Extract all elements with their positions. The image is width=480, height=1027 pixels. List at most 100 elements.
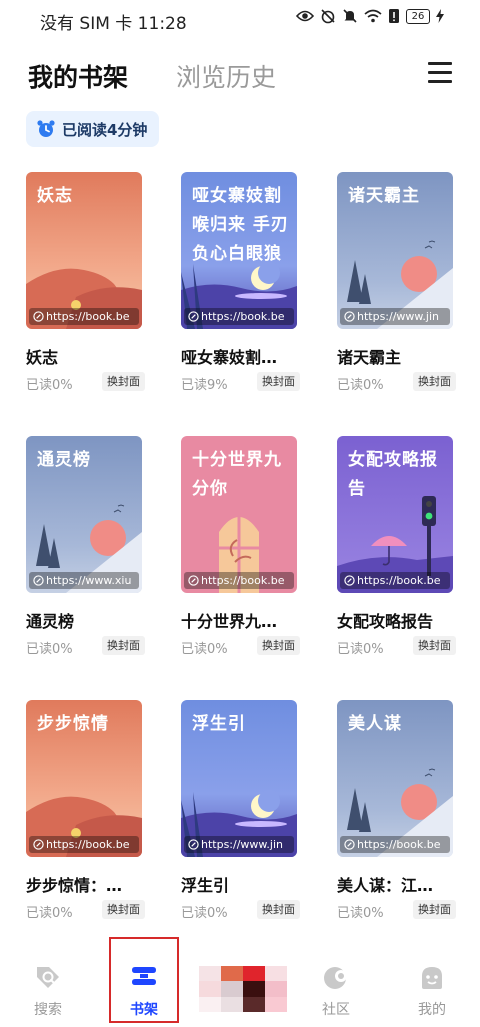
cover-title: 浮生引 — [192, 714, 246, 734]
source-url-chip: https://book.be — [340, 572, 450, 589]
book-title[interactable]: 哑女寨妓割… — [181, 344, 305, 368]
link-icon — [344, 575, 355, 586]
source-url-chip: https://book.be — [184, 572, 294, 589]
nav-mine[interactable]: 我的 — [392, 950, 472, 1027]
cover-title: 美人谋 — [348, 714, 402, 734]
ad-tile — [221, 981, 243, 997]
nav-search-label: 搜索 — [34, 1002, 62, 1018]
read-progress: 已读0% — [337, 642, 384, 657]
read-progress: 已读9% — [181, 378, 228, 393]
ad-tile — [265, 966, 287, 982]
book-title[interactable]: 女配攻略报告 — [337, 608, 461, 632]
change-cover-button[interactable]: 换封面 — [413, 372, 456, 391]
bell-off-icon — [343, 9, 357, 23]
book-cover[interactable]: 浮生引 https://www.jin — [181, 700, 297, 857]
link-icon — [344, 839, 355, 850]
ad-tile — [199, 981, 221, 997]
change-cover-button[interactable]: 换封面 — [102, 372, 145, 391]
cover-title: 女配攻略报告 — [348, 450, 438, 499]
reading-time-label: 已阅读4分钟 — [62, 120, 148, 139]
book-title[interactable]: 浮生引 — [181, 872, 305, 896]
source-url: https://book.be — [357, 574, 441, 587]
source-url: https://book.be — [46, 838, 130, 851]
source-url: https://www.jin — [201, 838, 283, 851]
source-url-chip: https://www.jin — [184, 836, 294, 853]
nav-mine-label: 我的 — [418, 1002, 446, 1018]
charging-icon — [436, 9, 444, 23]
sim-alert-icon — [389, 9, 399, 23]
cover-title: 十分世界九分你 — [192, 450, 282, 499]
change-cover-button[interactable]: 换封面 — [257, 372, 300, 391]
change-cover-button[interactable]: 换封面 — [102, 636, 145, 655]
carrier-time: 没有 SIM 卡 11:28 — [40, 14, 187, 34]
link-icon — [188, 575, 199, 586]
tab-bookshelf[interactable]: 我的书架 — [28, 58, 128, 94]
book-cover[interactable]: 哑女寨妓割喉归来 手刃负心白眼狼 https://book.be — [181, 172, 297, 329]
book-title[interactable]: 美人谋：江… — [337, 872, 461, 896]
book-cover[interactable]: 步步惊情 https://book.be — [26, 700, 142, 857]
ad-tile — [243, 966, 265, 982]
link-icon — [33, 575, 44, 586]
read-progress: 已读0% — [337, 906, 384, 921]
cover-title: 步步惊情 — [37, 714, 109, 734]
read-progress: 已读0% — [26, 642, 73, 657]
change-cover-button[interactable]: 换封面 — [102, 900, 145, 919]
link-icon — [188, 311, 199, 322]
ad-tile — [243, 981, 265, 997]
book-title[interactable]: 妖志 — [26, 344, 150, 368]
source-url: https://www.xiu — [46, 574, 132, 587]
book-cover[interactable]: 通灵榜 https://www.xiu — [26, 436, 142, 593]
source-url: https://www.jin — [357, 310, 439, 323]
header: 我的书架 浏览历史 — [0, 54, 480, 98]
book-title[interactable]: 十分世界九… — [181, 608, 305, 632]
highlight-box — [109, 937, 179, 1023]
cover-title: 诸天霸主 — [348, 186, 420, 206]
battery-icon: 26 — [406, 8, 430, 24]
ad-tile — [221, 996, 243, 1012]
book-title[interactable]: 通灵榜 — [26, 608, 150, 632]
community-icon — [324, 967, 347, 989]
book-cover[interactable]: 美人谋 https://book.be — [337, 700, 453, 857]
tab-history[interactable]: 浏览历史 — [176, 58, 276, 94]
link-icon — [188, 839, 199, 850]
ad-tile — [221, 966, 243, 982]
change-cover-button[interactable]: 换封面 — [413, 636, 456, 655]
source-url-chip: https://www.jin — [340, 308, 450, 325]
source-url-chip: https://book.be — [29, 308, 139, 325]
ad-tile — [199, 966, 221, 982]
cover-title: 哑女寨妓割喉归来 手刃负心白眼狼 — [192, 186, 289, 264]
change-cover-button[interactable]: 换封面 — [413, 900, 456, 919]
change-cover-button[interactable]: 换封面 — [257, 900, 300, 919]
link-icon — [344, 311, 355, 322]
source-url: https://book.be — [46, 310, 130, 323]
menu-icon — [428, 62, 452, 65]
source-url-chip: https://book.be — [340, 836, 450, 853]
wifi-icon — [364, 9, 382, 23]
status-bar: 没有 SIM 卡 11:28 26 — [0, 0, 480, 36]
book-cover[interactable]: 诸天霸主 https://www.jin — [337, 172, 453, 329]
source-url-chip: https://book.be — [29, 836, 139, 853]
nav-community[interactable]: 社区 — [296, 950, 376, 1027]
menu-button[interactable] — [428, 62, 452, 84]
source-url: https://book.be — [357, 838, 441, 851]
link-icon — [33, 311, 44, 322]
alarm-off-icon — [321, 9, 335, 24]
book-cover[interactable]: 女配攻略报告 https://book.be — [337, 436, 453, 593]
ad-banner[interactable] — [199, 966, 287, 1012]
read-progress: 已读0% — [181, 642, 228, 657]
ad-tile — [265, 981, 287, 997]
read-progress: 已读0% — [26, 378, 73, 393]
link-icon — [33, 839, 44, 850]
book-title[interactable]: 诸天霸主 — [337, 344, 461, 368]
book-title[interactable]: 步步惊情：… — [26, 872, 150, 896]
nav-search[interactable]: 搜索 — [8, 950, 88, 1027]
book-cover[interactable]: 妖志 https://book.be — [26, 172, 142, 329]
change-cover-button[interactable]: 换封面 — [257, 636, 300, 655]
ad-tile — [243, 996, 265, 1012]
search-tag-icon — [37, 967, 59, 988]
nav-community-label: 社区 — [322, 1002, 350, 1018]
source-url: https://book.be — [201, 310, 285, 323]
reading-time-badge[interactable]: 已阅读4分钟 — [26, 111, 160, 147]
ad-tile — [199, 996, 221, 1012]
book-cover[interactable]: 十分世界九分你 https://book.be — [181, 436, 297, 593]
